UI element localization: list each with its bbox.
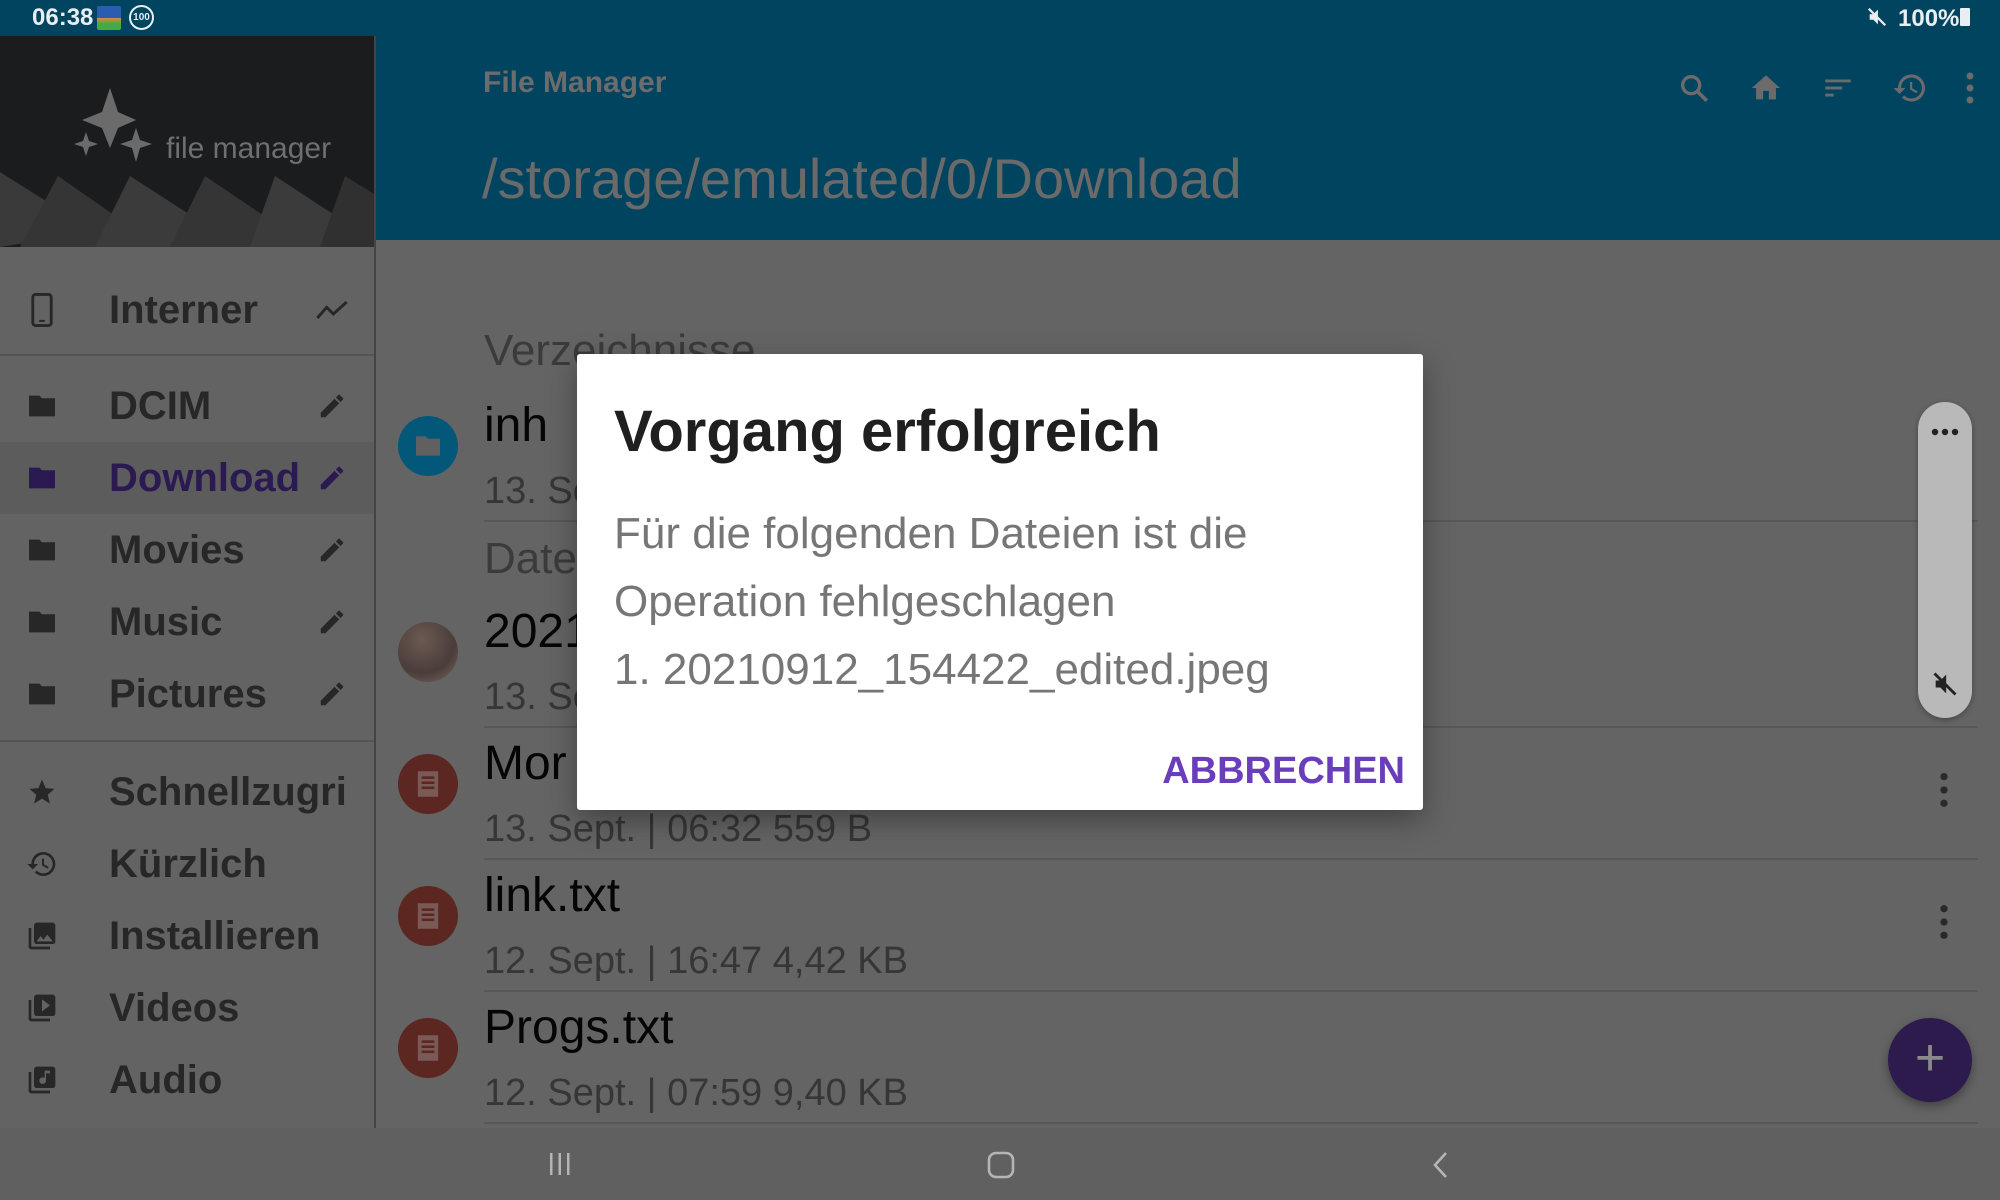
home-icon[interactable] [986,1150,1016,1185]
back-icon[interactable] [1428,1150,1452,1185]
drawer-item-label: Schnellzugri [109,769,347,814]
drawer-item-label: Pictures [109,671,267,716]
cancel-button[interactable]: ABBRECHEN [1145,746,1405,796]
edit-icon[interactable] [314,388,350,424]
more-vert-icon[interactable] [1934,902,1954,942]
navigation-drawer: file manager Interner DCIM Download Movi… [0,36,376,1128]
app-title: File Manager [483,66,667,99]
app-logo-icon [74,88,152,162]
drawer-header: file manager [0,36,374,247]
image-library-icon [26,920,58,952]
image-thumbnail [398,622,458,682]
file-meta: 12. Sept. | 16:47 4,42 KB [484,940,908,982]
drawer-item-pictures[interactable]: Pictures [0,658,374,730]
drawer-item-label: Kürzlich [109,841,267,886]
video-library-icon [26,992,58,1024]
battery-icon [1960,8,1970,26]
text-file-icon [398,1018,458,1078]
audio-library-icon [26,1064,58,1096]
edit-icon[interactable] [314,604,350,640]
drawer-item-quick-access[interactable]: Schnellzugri [0,756,374,828]
drawer-item-label: Movies [109,527,245,572]
drawer-item-music[interactable]: Music [0,586,374,658]
row-divider [484,1122,1978,1124]
home-icon[interactable] [1744,66,1788,110]
dialog-failed-file: 1. 20210912_154422_edited.jpeg [614,645,1270,694]
file-name: Progs.txt [484,1001,674,1054]
drawer-item-install[interactable]: Installieren [0,900,374,972]
trending-icon[interactable] [314,292,350,328]
drawer-item-dcim[interactable]: DCIM [0,370,374,442]
drawer-item-movies[interactable]: Movies [0,514,374,586]
more-horiz-icon[interactable] [1930,424,1960,442]
edit-icon[interactable] [314,676,350,712]
drawer-divider [0,354,374,356]
phone-icon [26,293,58,327]
folder-icon [398,416,458,476]
text-file-icon [398,754,458,814]
file-name: inh [484,399,549,452]
drawer-item-label: Videos [109,985,240,1030]
edit-icon[interactable] [314,460,350,496]
drawer-item-label: Installieren [109,913,321,958]
volume-panel[interactable] [1918,402,1972,718]
app-logo-text: file manager [166,132,332,165]
add-fab-button[interactable]: + [1888,1018,1972,1102]
drawer-item-label: Audio [109,1057,223,1102]
file-name: Mor [484,737,567,790]
file-meta: 12. Sept. | 07:59 9,40 KB [484,1072,908,1114]
folder-icon [26,678,58,710]
more-vert-icon[interactable] [1934,770,1954,810]
battery-percent: 100% [1898,5,1960,32]
drawer-item-label: Download [109,455,301,500]
list-item[interactable]: Progs.txt 12. Sept. | 07:59 9,40 KB [378,992,1978,1124]
drawer-item-recent[interactable]: Kürzlich [0,828,374,900]
edit-icon[interactable] [314,532,350,568]
status-bar: 06:38 100 100% [0,0,2000,36]
drawer-item-audio[interactable]: Audio [0,1044,374,1116]
result-dialog: Vorgang erfolgreich Für die folgenden Da… [577,354,1423,810]
drawer-item-internal-storage[interactable]: Interner [0,274,374,346]
mute-icon[interactable] [1931,670,1959,703]
recents-icon[interactable] [546,1150,574,1183]
search-icon[interactable] [1672,66,1716,110]
dialog-title: Vorgang erfolgreich [614,399,1161,464]
folder-icon [26,462,58,494]
system-nav-bar [0,1128,2000,1200]
text-file-icon [398,886,458,946]
history-icon[interactable] [1888,66,1932,110]
file-meta: 13. Sept. | 06:32 559 B [484,808,873,850]
app-notification-icon [97,6,121,30]
drawer-divider [0,740,374,742]
drawer-item-videos[interactable]: Videos [0,972,374,1044]
folder-icon [26,606,58,638]
current-path: /storage/emulated/0/Download [482,147,1242,210]
file-name: link.txt [484,869,621,922]
app-bar: File Manager /storage/emulated/0/Downloa… [376,36,2000,240]
file-name: 2021 [484,605,591,658]
dialog-message-text: Für die folgenden Dateien ist die Operat… [614,509,1248,626]
folder-icon [26,390,58,422]
list-item[interactable]: link.txt 12. Sept. | 16:47 4,42 KB [378,860,1978,992]
more-vert-icon[interactable] [1948,66,1992,110]
drawer-item-label: DCIM [109,383,212,428]
history-icon [26,848,58,880]
dialog-message: Für die folgenden Dateien ist die Operat… [614,500,1404,704]
star-icon [26,776,58,808]
badge-100-icon: 100 [129,5,154,30]
status-time: 06:38 [32,4,94,31]
drawer-item-download[interactable]: Download [0,442,374,514]
sort-icon[interactable] [1816,66,1860,110]
drawer-item-label: Music [109,599,223,644]
folder-icon [26,534,58,566]
mute-icon [1866,6,1888,28]
drawer-item-label: Interner [109,287,258,332]
